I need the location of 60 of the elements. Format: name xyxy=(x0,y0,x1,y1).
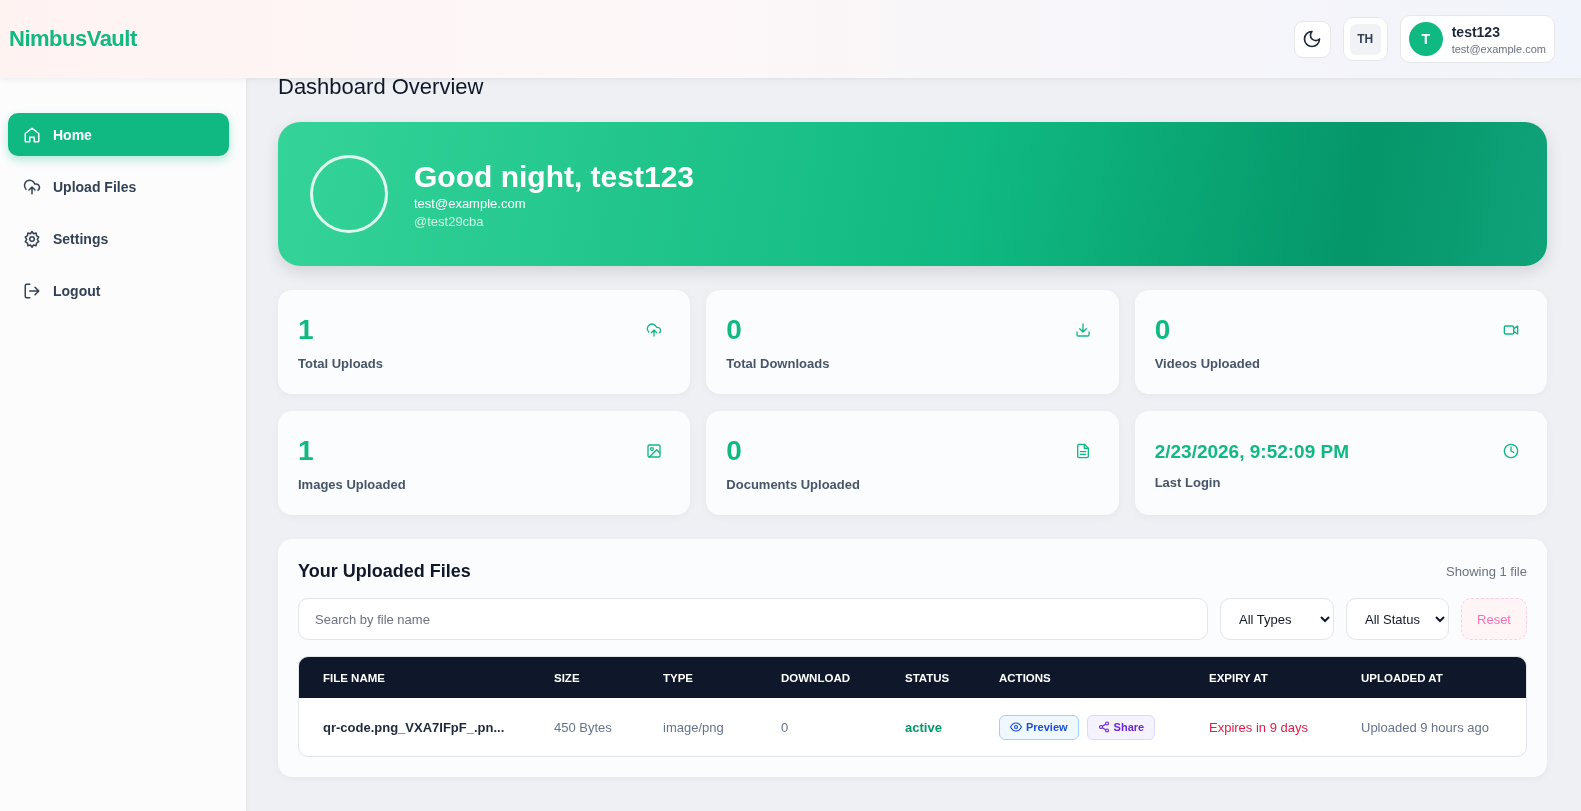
expiry-cell-text: Expires in 9 days xyxy=(1209,719,1309,735)
user-menu[interactable]: T test123 test@example.com xyxy=(1399,15,1555,63)
logout-icon xyxy=(23,281,41,300)
column-header: SIZE xyxy=(554,671,581,684)
user-email: test@example.com xyxy=(1451,42,1546,55)
eye-icon xyxy=(1010,721,1022,733)
settings-icon xyxy=(23,229,41,248)
video-camera-icon xyxy=(1503,322,1519,338)
stat-value: 1 xyxy=(298,314,315,347)
stat-label: Videos Uploaded xyxy=(1154,356,1260,371)
stat-label: Documents Uploaded xyxy=(726,477,860,492)
stat-label: Images Uploaded xyxy=(298,477,406,492)
cloud-upload-icon xyxy=(23,177,41,196)
stat-value: 0 xyxy=(726,314,743,347)
column-header: TYPE xyxy=(663,671,695,684)
image-icon xyxy=(646,443,663,459)
stat-label: Total Uploads xyxy=(298,356,383,371)
sidebar-item[interactable]: Logout xyxy=(8,269,229,312)
size-cell-text: 450 Bytes xyxy=(554,719,613,735)
stat-label: Last Login xyxy=(1154,475,1222,490)
stat-value: 2/23/2026, 9:52:09 PM xyxy=(1154,440,1349,464)
download-count-cell-text: 0 xyxy=(781,719,790,735)
stat-value: 1 xyxy=(298,435,315,468)
stat-value: 0 xyxy=(726,435,743,468)
document-icon xyxy=(1074,443,1091,459)
status-cell-text: active xyxy=(905,719,943,735)
column-header: STATUS xyxy=(905,671,951,684)
cloud-upload-icon xyxy=(646,322,663,338)
type-cell-text: image/png xyxy=(663,719,725,735)
hero-handle: @test29cba xyxy=(414,213,485,229)
user-avatar: T xyxy=(1408,22,1443,56)
stat-label: Total Downloads xyxy=(726,356,830,371)
column-header: UPLOADED AT xyxy=(1361,671,1444,684)
page-title: Dashboard Overview xyxy=(278,73,485,101)
column-header: FILE NAME xyxy=(323,671,386,684)
file-count: Showing 1 file xyxy=(1446,564,1527,579)
clock-icon xyxy=(1503,443,1519,459)
moon-icon xyxy=(1302,29,1323,49)
filter-dropdown[interactable]: All Types xyxy=(1220,598,1334,640)
language-button[interactable]: TH xyxy=(1349,23,1381,55)
user-name: test123 xyxy=(1451,23,1501,40)
share-button[interactable]: Share xyxy=(1086,714,1156,740)
hero-email: test@example.com xyxy=(414,195,527,211)
sidebar-item[interactable]: Upload Files xyxy=(8,165,229,208)
stat-value: 0 xyxy=(1154,314,1172,347)
preview-button[interactable]: Preview xyxy=(999,714,1079,740)
sidebar-item[interactable]: Settings xyxy=(8,217,229,260)
filter-dropdown[interactable]: All Status xyxy=(1346,598,1449,640)
greeting-text: Good night, test123 xyxy=(414,159,695,194)
share-icon xyxy=(1097,721,1110,733)
home-icon xyxy=(23,125,41,144)
column-header: ACTIONS xyxy=(999,671,1052,684)
search-field[interactable]: Search by file name xyxy=(298,598,1208,640)
file-name-cell-text: qr-code.png_VXA7IFpF_.pn... xyxy=(323,719,506,735)
column-header: EXPIRY AT xyxy=(1209,671,1269,684)
download-icon xyxy=(1074,322,1091,338)
uploaded-cell-text: Uploaded 9 hours ago xyxy=(1361,719,1490,735)
theme-toggle-button[interactable] xyxy=(1293,20,1331,58)
section-title: Your Uploaded Files xyxy=(298,561,471,582)
column-header: DOWNLOAD xyxy=(781,671,851,684)
